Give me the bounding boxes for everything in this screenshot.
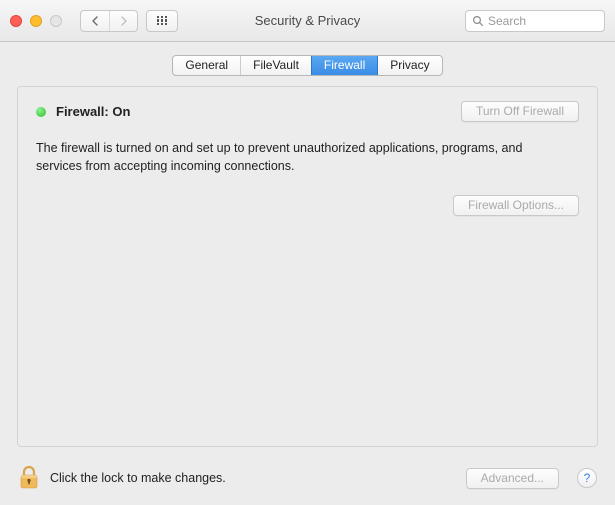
advanced-button[interactable]: Advanced... — [466, 468, 559, 489]
options-row: Firewall Options... — [36, 195, 579, 216]
zoom-window-button — [50, 15, 62, 27]
lock-hint-text: Click the lock to make changes. — [50, 471, 456, 485]
firewall-options-button[interactable]: Firewall Options... — [453, 195, 579, 216]
firewall-description: The firewall is turned on and set up to … — [36, 140, 556, 175]
tab-privacy[interactable]: Privacy — [377, 56, 441, 75]
help-icon: ? — [584, 471, 591, 485]
search-field[interactable] — [465, 10, 605, 32]
firewall-status-label: Firewall: On — [56, 104, 461, 119]
close-window-button[interactable] — [10, 15, 22, 27]
back-button[interactable] — [81, 11, 109, 31]
titlebar: Security & Privacy — [0, 0, 615, 42]
help-button[interactable]: ? — [577, 468, 597, 488]
tab-group: General FileVault Firewall Privacy — [172, 55, 442, 76]
tab-bar: General FileVault Firewall Privacy — [0, 42, 615, 86]
firewall-panel: Firewall: On Turn Off Firewall The firew… — [17, 86, 598, 447]
nav-buttons — [80, 10, 138, 32]
firewall-status-row: Firewall: On Turn Off Firewall — [36, 101, 579, 122]
preferences-window: Security & Privacy General FileVault Fir… — [0, 0, 615, 505]
chevron-left-icon — [91, 16, 99, 26]
grid-icon — [157, 16, 167, 26]
search-input[interactable] — [488, 14, 598, 28]
footer: Click the lock to make changes. Advanced… — [0, 455, 615, 505]
turn-off-firewall-button[interactable]: Turn Off Firewall — [461, 101, 579, 122]
tab-filevault[interactable]: FileVault — [240, 56, 311, 75]
tab-general[interactable]: General — [173, 56, 240, 75]
tab-firewall[interactable]: Firewall — [311, 56, 377, 75]
lock-icon[interactable] — [18, 465, 40, 491]
minimize-window-button[interactable] — [30, 15, 42, 27]
show-all-button[interactable] — [146, 10, 178, 32]
status-indicator-icon — [36, 107, 46, 117]
content-area: Firewall: On Turn Off Firewall The firew… — [0, 86, 615, 455]
search-icon — [472, 15, 484, 27]
forward-button[interactable] — [109, 11, 137, 31]
traffic-lights — [10, 15, 62, 27]
chevron-right-icon — [120, 16, 128, 26]
